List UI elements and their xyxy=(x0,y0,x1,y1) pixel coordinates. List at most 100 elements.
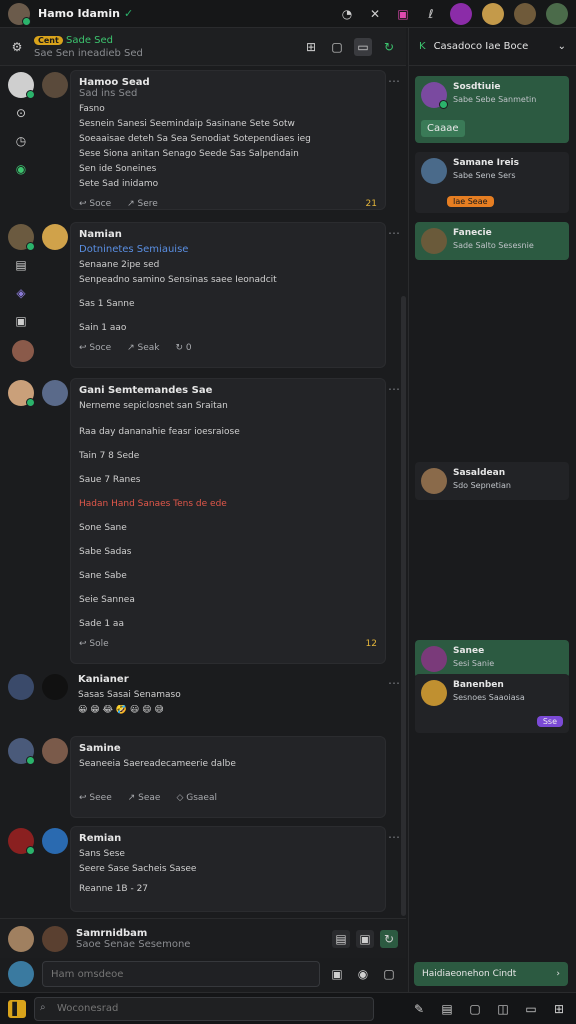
card-badge[interactable]: Iae Seae xyxy=(447,196,494,207)
post-subtitle: Dotninetes Semiauise xyxy=(79,244,189,255)
post-menu-icon[interactable]: ⋯ xyxy=(388,830,400,844)
post-avatar-secondary[interactable] xyxy=(42,674,68,700)
right-card[interactable]: Banenben Sesnoes Saaoiasa Sse xyxy=(415,674,569,733)
post-author[interactable]: Hamoo Sead xyxy=(79,77,377,88)
post-avatar[interactable] xyxy=(8,72,35,99)
feed-scrollbar[interactable] xyxy=(401,66,406,918)
post-menu-icon[interactable]: ⋯ xyxy=(388,226,400,240)
more-icon[interactable]: ▢ xyxy=(380,965,398,983)
post-body: Kanianer Sasas Sasai Senamaso 😀 😁 😂 🤣 😃 … xyxy=(78,674,181,715)
post-author[interactable]: Namian xyxy=(79,229,377,240)
avatar-1[interactable] xyxy=(450,2,472,25)
post-author[interactable]: Gani Semtemandes Sae xyxy=(79,385,377,396)
input-avatar[interactable] xyxy=(8,961,34,987)
search-input[interactable] xyxy=(34,996,374,1021)
post-avatar[interactable] xyxy=(8,224,35,251)
refresh-icon[interactable]: ↻ xyxy=(380,38,398,56)
post-avatar[interactable] xyxy=(8,738,35,765)
search-icon: ⌕ xyxy=(40,1001,46,1013)
share-button[interactable]: ↗ Sere xyxy=(127,199,158,209)
post-avatar[interactable] xyxy=(8,674,34,700)
grid-icon[interactable]: ⊞ xyxy=(302,38,320,56)
app-logo-icon[interactable]: ▌ xyxy=(8,999,26,1018)
post-avatar-secondary[interactable] xyxy=(42,738,68,764)
post-avatar-secondary[interactable] xyxy=(42,828,68,854)
card-button[interactable]: Caaae xyxy=(421,120,465,137)
media-icon[interactable]: ▣ xyxy=(356,929,374,948)
post-line: Senpeadno samino Sensinas saee Ieonadcit xyxy=(79,275,277,285)
post-subtitle: Sans Sese xyxy=(79,849,125,859)
post-avatar[interactable] xyxy=(8,828,35,855)
post-menu-icon[interactable]: ⋯ xyxy=(388,382,400,396)
sync-icon[interactable]: ◉ xyxy=(12,160,30,178)
right-card[interactable]: Samane Ireis Sabe Sene Sers Iae Seae xyxy=(415,152,569,213)
card-sub: Sdo Sepnetian xyxy=(453,481,511,490)
rail-avatar[interactable] xyxy=(12,340,34,362)
scrollbar-thumb[interactable] xyxy=(401,296,406,916)
send-icon[interactable]: ↻ xyxy=(380,929,398,948)
message-input[interactable] xyxy=(42,961,320,987)
link-icon[interactable]: ℓ xyxy=(422,5,440,23)
reply-button[interactable]: ↩ Seee xyxy=(79,793,112,803)
doc-icon[interactable]: ▢ xyxy=(466,1000,484,1018)
cta-button[interactable]: Haidiaeonehon Cindt › xyxy=(414,962,568,986)
reply-button[interactable]: ↩ Sole xyxy=(79,639,109,649)
post-avatar-secondary[interactable] xyxy=(42,72,68,98)
settings-icon[interactable]: ⚙ xyxy=(8,38,26,56)
avatar-2[interactable] xyxy=(482,2,504,25)
pen-icon[interactable]: ✎ xyxy=(410,1000,428,1018)
attach-icon[interactable]: ▤ xyxy=(332,929,350,948)
box-icon[interactable]: ▣ xyxy=(12,312,30,330)
right-card[interactable]: Sosdtiuie Sabe Sebe Sanmetin Caaae xyxy=(415,76,569,143)
inbox-icon[interactable]: ▤ xyxy=(438,1000,456,1018)
reply-button[interactable]: ↩ Soce xyxy=(79,343,111,353)
compose-avatar[interactable] xyxy=(8,925,34,952)
tools-icon[interactable]: ✕ xyxy=(366,5,384,23)
right-card[interactable]: Sasaldean Sdo Sepnetian xyxy=(415,462,569,500)
camera-icon[interactable]: ◉ xyxy=(354,965,372,983)
reaction-count[interactable]: 21 xyxy=(366,199,377,209)
chat-icon[interactable]: ◫ xyxy=(494,1000,512,1018)
grid-icon[interactable]: ⊞ xyxy=(550,1000,568,1018)
pink-app-icon[interactable]: ▣ xyxy=(394,5,412,23)
react-button[interactable]: ◇ Gsaeal xyxy=(176,793,217,803)
pin-icon[interactable]: ⊙ xyxy=(12,104,30,122)
post: Samine Seaneeia Saereadecameerie dalbe ↩… xyxy=(6,736,400,822)
user-avatar[interactable] xyxy=(8,2,31,26)
kanban-icon: K xyxy=(419,41,426,52)
layout-icon[interactable]: ▢ xyxy=(328,38,346,56)
boost-button[interactable]: ↻ 0 xyxy=(176,343,192,353)
right-card[interactable]: Sanee Sesi Sanie xyxy=(415,640,569,678)
right-card[interactable]: Fanecie Sade Salto Sesesnie xyxy=(415,222,569,260)
post-author[interactable]: Remian xyxy=(79,833,377,844)
post-avatar-secondary[interactable] xyxy=(42,380,68,406)
image-icon[interactable]: ▣ xyxy=(328,965,346,983)
calendar-icon[interactable]: ▤ xyxy=(12,256,30,274)
card-badge[interactable]: Sse xyxy=(536,716,563,727)
avatar-3[interactable] xyxy=(514,2,536,25)
avatar-4[interactable] xyxy=(546,2,568,25)
window-icon[interactable]: ▭ xyxy=(522,1000,540,1018)
post-menu-icon[interactable]: ⋯ xyxy=(388,676,400,690)
share-button[interactable]: ↗ Seak xyxy=(127,343,159,353)
card-sub: Sabe Sene Sers xyxy=(453,171,516,180)
post-line: Sone Sane xyxy=(79,523,127,533)
post-avatar-secondary[interactable] xyxy=(42,224,68,250)
compose-avatar-secondary[interactable] xyxy=(42,925,68,952)
post-avatar[interactable] xyxy=(8,380,35,407)
card-name: Banenben xyxy=(453,680,504,690)
feed: ⊙ ◷ ◉ Hamoo Sead Sad ins Sed Fasno Sesne… xyxy=(0,66,406,918)
subbar-description: Sae Sen ineadieb Sed xyxy=(34,47,143,59)
reply-button[interactable]: ↩ Soce xyxy=(79,199,111,209)
notification-icon[interactable]: ◔ xyxy=(338,5,356,23)
clock-icon[interactable]: ◷ xyxy=(12,132,30,150)
post-menu-icon[interactable]: ⋯ xyxy=(388,74,400,88)
window-icon[interactable]: ▭ xyxy=(354,37,372,56)
reaction-count[interactable]: 12 xyxy=(366,639,377,649)
post-author[interactable]: Kanianer xyxy=(78,674,181,685)
post-card: Samine Seaneeia Saereadecameerie dalbe ↩… xyxy=(70,736,386,818)
group-icon[interactable]: ◈ xyxy=(12,284,30,302)
post-author[interactable]: Samine xyxy=(79,743,377,754)
share-button[interactable]: ↗ Seae xyxy=(128,793,161,803)
chevron-down-icon[interactable]: ⌄ xyxy=(558,41,566,52)
